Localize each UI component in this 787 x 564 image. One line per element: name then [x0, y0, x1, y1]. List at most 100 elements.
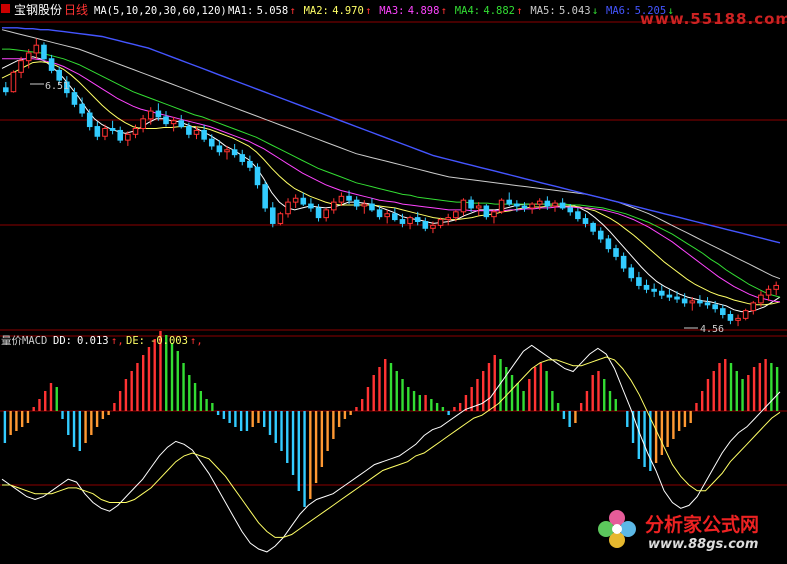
candle-body: [529, 203, 535, 209]
candle[interactable]: [262, 180, 268, 212]
candle-body: [48, 58, 55, 71]
candle-body: [765, 288, 772, 296]
candle-body: [636, 277, 642, 286]
period-label[interactable]: 日线: [64, 3, 88, 17]
candle-body: [460, 199, 467, 213]
watermark-bottom-cn: 分析家公式网: [645, 514, 760, 536]
candle-body: [582, 218, 589, 224]
candle-body: [231, 149, 238, 156]
candle[interactable]: [10, 70, 17, 93]
candle-body: [292, 197, 299, 203]
candle-body: [521, 205, 528, 209]
candle-body: [559, 202, 566, 209]
candle-body: [720, 308, 726, 315]
candle-body: [71, 92, 78, 105]
candle-body: [552, 202, 558, 207]
candle-body: [437, 219, 444, 226]
candle-body: [613, 248, 619, 257]
candle[interactable]: [742, 308, 749, 321]
candle-body: [414, 217, 421, 222]
candle-body: [704, 302, 711, 306]
candle-body: [155, 110, 162, 118]
macd-pane-label[interactable]: 量价MACD: [1, 335, 47, 347]
candle-body: [735, 317, 741, 321]
candle-body: [163, 116, 169, 125]
candle-body: [727, 314, 734, 321]
candle-body: [445, 217, 451, 221]
candle-body: [10, 71, 17, 93]
candle-body: [384, 213, 390, 218]
candle[interactable]: [41, 42, 47, 61]
dd-value: 0.013: [77, 335, 109, 347]
ma-legend-arrow: ↑: [290, 5, 296, 17]
candle-body: [79, 103, 85, 114]
ma-legend-value: 4.898: [408, 5, 440, 17]
candle-body: [262, 184, 268, 209]
candle-body: [399, 219, 406, 224]
candle-body: [544, 200, 551, 207]
candle-body: [208, 138, 215, 147]
de-value: -0.003: [150, 335, 188, 347]
candle-body: [132, 128, 139, 135]
ma-legend-value: 4.970: [332, 5, 364, 17]
candle-body: [247, 160, 253, 168]
watermark-bottom-url: www.88gs.com: [648, 537, 759, 552]
ma-legend-item-1: MA1: 5.058 ↑: [228, 5, 296, 17]
watermark-logo-icon: [596, 508, 638, 550]
candle-body: [269, 207, 276, 224]
ma-legend-item-3: MA3: 4.898 ↑: [379, 5, 447, 17]
candle-body: [514, 203, 520, 207]
ma-legend-arrow: ↑: [441, 5, 447, 17]
candle-body: [323, 209, 329, 219]
candle-body: [597, 230, 604, 240]
candle-body: [254, 166, 261, 186]
candle-body: [392, 213, 398, 221]
header-row: 宝钢股份 日线 MA(5,10,20,30,60,120): [1, 3, 227, 17]
stock-chart-svg[interactable]: 宝钢股份 日线 MA(5,10,20,30,60,120) MA1: 5.058 ↑…: [0, 0, 787, 560]
candle-body: [712, 304, 718, 310]
ma-legend-label: MA5:: [530, 5, 555, 17]
candle-body: [56, 69, 62, 81]
candle-body: [651, 288, 657, 292]
candle-body: [117, 129, 124, 141]
candle-body: [453, 211, 459, 219]
candle-body: [468, 199, 474, 209]
candle-body: [407, 217, 413, 224]
candle-body: [346, 195, 352, 201]
ma-legend-arrow: ↑: [365, 5, 371, 17]
ma-legend-item-4: MA4: 4.882 ↑: [455, 5, 523, 17]
candle-body: [697, 300, 703, 304]
candle-body: [575, 211, 581, 220]
candle-body: [216, 145, 223, 153]
high-price-label: 6.51: [45, 81, 69, 92]
candle-body: [140, 118, 146, 129]
candle-body: [483, 205, 490, 218]
candle-body: [170, 120, 177, 125]
candle-body: [536, 200, 543, 205]
de-label: DE:: [126, 335, 145, 347]
ma-legend-item-5: MA5: 5.043 ↓: [530, 5, 598, 17]
candle-body: [25, 52, 32, 62]
stock-name[interactable]: 宝钢股份: [14, 3, 62, 17]
candle-body: [33, 44, 40, 54]
ma-legend-value: 5.058: [257, 5, 289, 17]
candle-body: [193, 129, 200, 135]
candle-body: [338, 195, 345, 203]
candle[interactable]: [277, 211, 284, 226]
candle-body: [742, 310, 749, 319]
candle-body: [239, 154, 246, 162]
candle-body: [605, 238, 612, 250]
ma-legend-arrow: ↑: [516, 5, 522, 17]
candle-body: [658, 290, 665, 296]
candle[interactable]: [254, 163, 261, 189]
candle-body: [3, 87, 9, 93]
candle[interactable]: [498, 198, 505, 214]
candle-body: [315, 207, 322, 219]
ma-legend-label: MA3:: [379, 5, 404, 17]
candle-body: [369, 203, 375, 211]
watermark-top: www.55188.com: [640, 10, 787, 28]
candle-body: [109, 128, 116, 131]
candle-body: [628, 267, 635, 279]
de-arrow: ↑,: [190, 335, 203, 347]
ma-params[interactable]: MA(5,10,20,30,60,120): [94, 5, 227, 17]
